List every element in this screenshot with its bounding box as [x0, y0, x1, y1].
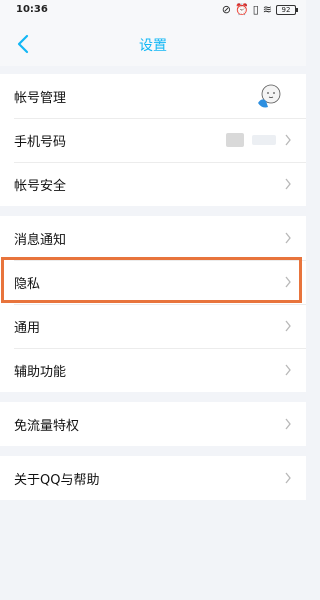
settings-group-about: 关于QQ与帮助 — [0, 456, 306, 500]
wifi-icon: ≋ — [262, 3, 272, 16]
settings-item-label: 帐号安全 — [14, 178, 67, 194]
chevron-right-icon — [285, 276, 291, 288]
settings-item-label: 关于QQ与帮助 — [14, 472, 100, 488]
chevron-right-icon — [285, 232, 291, 244]
chevron-right-icon — [285, 134, 291, 146]
alarm-icon: ⏰ — [235, 3, 249, 16]
status-time: 10:36 — [16, 4, 48, 15]
settings-item-account-security[interactable]: 帐号安全 — [0, 162, 306, 206]
settings-item-label: 通用 — [14, 320, 41, 336]
vibrate-icon: ▯ — [252, 3, 259, 16]
battery-level: 92 — [281, 6, 291, 14]
chevron-right-icon — [285, 178, 291, 190]
chevron-right-icon — [285, 472, 291, 484]
status-icons: ⊘ ⏰ ▯ ≋ 92 — [221, 3, 298, 16]
do-not-disturb-icon: ⊘ — [221, 3, 232, 16]
avatar-wrap — [254, 81, 284, 111]
settings-item-accessibility[interactable]: 辅助功能 — [0, 348, 306, 392]
avatar — [258, 84, 281, 108]
settings-group-general: 消息通知 隐私 通用 辅助功能 — [0, 216, 306, 392]
settings-item-label: 消息通知 — [14, 232, 67, 248]
settings-item-account-management[interactable]: 帐号管理 — [0, 74, 306, 118]
chevron-right-icon — [285, 364, 291, 376]
settings-item-label: 辅助功能 — [14, 364, 67, 380]
settings-item-phone-number[interactable]: 手机号码 — [0, 118, 306, 162]
settings-item-general[interactable]: 通用 — [0, 304, 306, 348]
settings-item-label: 免流量特权 — [14, 418, 80, 434]
masked-phone-block — [226, 133, 244, 147]
masked-phone — [226, 133, 276, 147]
settings-group-data: 免流量特权 — [0, 402, 306, 446]
settings-item-free-data[interactable]: 免流量特权 — [0, 402, 306, 446]
nav-bar: 设置 — [0, 22, 306, 66]
settings-item-notifications[interactable]: 消息通知 — [0, 216, 306, 260]
battery-icon: 92 — [276, 5, 298, 15]
settings-item-about[interactable]: 关于QQ与帮助 — [0, 456, 306, 500]
settings-group-account: 帐号管理 手机号码 帐号安全 — [0, 74, 306, 206]
page-title: 设置 — [139, 38, 167, 54]
settings-item-privacy[interactable]: 隐私 — [0, 260, 306, 304]
settings-item-label: 手机号码 — [14, 134, 67, 150]
settings-item-label: 隐私 — [14, 276, 41, 292]
masked-phone-block — [252, 135, 276, 145]
chevron-right-icon — [285, 320, 291, 332]
status-bar: 10:36 ⊘ ⏰ ▯ ≋ 92 — [0, 0, 306, 22]
chevron-right-icon — [285, 418, 291, 430]
settings-item-label: 帐号管理 — [14, 90, 67, 106]
